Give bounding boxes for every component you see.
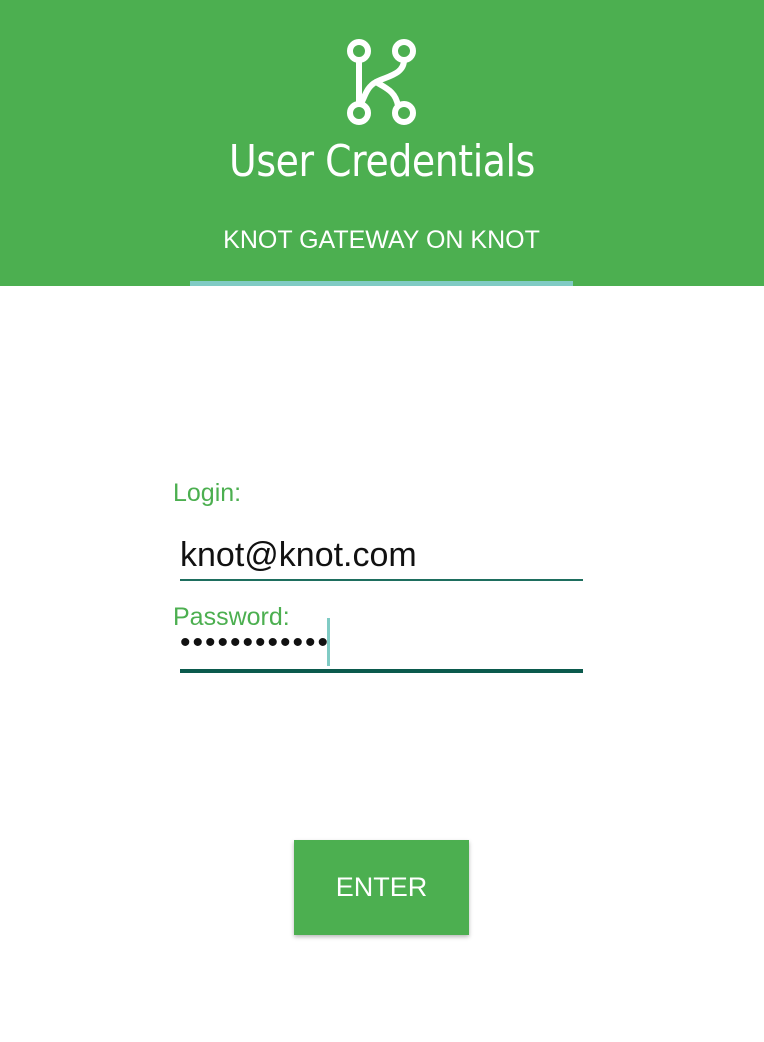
login-field[interactable]	[180, 532, 583, 578]
login-label: Login:	[173, 479, 242, 507]
text-cursor	[327, 618, 330, 666]
tab-knot-gateway[interactable]: KNOT GATEWAY ON KNOT	[190, 222, 573, 286]
page-title: User Credentials	[229, 136, 535, 187]
password-field[interactable]	[180, 620, 583, 666]
tab-indicator	[190, 281, 573, 286]
knot-logo-icon	[347, 39, 416, 125]
password-underline	[180, 669, 583, 673]
app-header: User Credentials KNOT GATEWAY ON KNOT	[0, 0, 764, 286]
enter-button[interactable]: ENTER	[294, 840, 469, 935]
login-underline	[180, 579, 583, 581]
